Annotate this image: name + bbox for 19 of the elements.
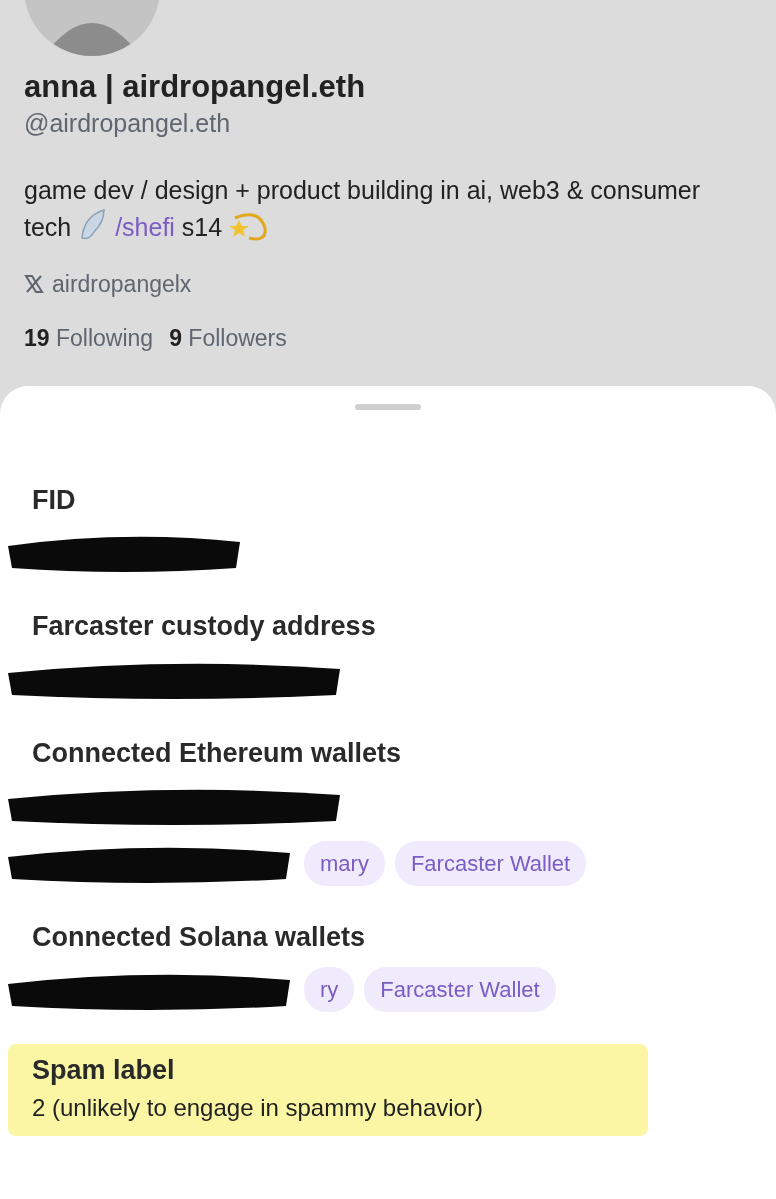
wallet-tag: Farcaster Wallet — [394, 840, 587, 886]
drag-handle — [355, 403, 421, 410]
display-name: anna | airdropangel.eth — [24, 68, 367, 106]
username: @airdropangel.eth — [24, 108, 232, 140]
wallet-tag: ry — [304, 967, 355, 1013]
section-title: FID — [32, 483, 77, 517]
channel-link[interactable]: /shefi — [115, 212, 175, 241]
bio-text: game dev / design + product building in ai, web3 & consumer tech /shefi s14 — [24, 172, 752, 245]
following-link[interactable]: 19 Following — [24, 321, 154, 356]
wallet-tag: mary — [304, 840, 385, 886]
section-title: Farcaster custody address — [32, 610, 377, 644]
spam-label-value: 2 (unlikely to engage in spammy behavior) — [32, 1093, 484, 1124]
section-title: Connected Ethereum wallets — [32, 736, 403, 770]
x-logo-icon — [24, 273, 44, 294]
section-title: Connected Solana wallets — [32, 921, 367, 955]
followers-link[interactable]: 9 Followers — [169, 321, 287, 356]
section-title: Spam label — [32, 1053, 176, 1087]
wallet-tag: Farcaster Wallet — [364, 967, 556, 1013]
x-account-link[interactable]: airdropangelx — [52, 266, 192, 302]
